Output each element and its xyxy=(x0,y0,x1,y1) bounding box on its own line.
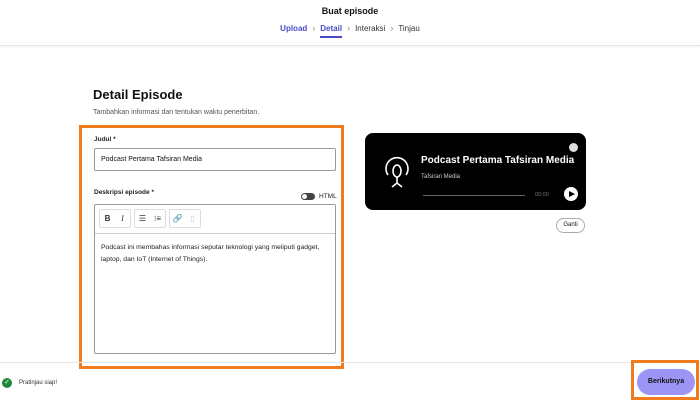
page-title: Buat episode xyxy=(321,6,379,16)
bullet-list-icon[interactable]: ☰ xyxy=(135,214,150,223)
step-upload[interactable]: Upload xyxy=(280,24,307,33)
step-tinjau[interactable]: Tinjau xyxy=(398,24,420,33)
preview-author: Tafsiran Media xyxy=(421,174,461,180)
chevron-right-icon: › xyxy=(390,23,394,33)
title-input[interactable]: Podcast Pertama Tafsiran Media xyxy=(94,148,336,171)
html-toggle[interactable] xyxy=(301,193,315,200)
step-detail[interactable]: Detail xyxy=(320,24,342,33)
title-label: Judul * xyxy=(94,136,116,143)
chevron-right-icon: › xyxy=(347,23,351,33)
episode-preview-card: Podcast Pertama Tafsiran Media Tafsiran … xyxy=(365,133,586,210)
html-toggle-label: HTML xyxy=(319,193,337,200)
link-icon[interactable]: 🔗 xyxy=(170,214,185,223)
bold-button[interactable]: B xyxy=(100,214,115,223)
change-button[interactable]: Ganti xyxy=(556,218,585,233)
description-text[interactable]: Podcast ini membahas informasi seputar t… xyxy=(101,242,333,266)
description-label: Deskripsi episode * xyxy=(94,189,154,196)
step-interaksi[interactable]: Interaksi xyxy=(355,24,385,33)
editor-toolbar: BI ☰ ⁝≡ 🔗 ▯ xyxy=(99,209,201,230)
section-heading: Detail Episode xyxy=(93,87,183,102)
preview-time: 00:00 xyxy=(535,192,549,198)
chevron-right-icon: › xyxy=(312,23,316,33)
status-text: Pratinjau siap! xyxy=(19,380,58,386)
description-editor[interactable]: BI ☰ ⁝≡ 🔗 ▯ Podcast ini membahas informasi… xyxy=(94,204,336,354)
section-subtitle: Tambahkan informasi dan tentukan waktu p… xyxy=(93,109,260,116)
unlink-icon[interactable]: ▯ xyxy=(185,214,200,223)
italic-button[interactable]: I xyxy=(115,214,130,223)
check-icon: ✓ xyxy=(2,378,12,388)
toolbar-divider xyxy=(95,233,335,234)
spotify-icon xyxy=(569,143,578,152)
stepper: Upload › Detail › Interaksi › Tinjau xyxy=(0,23,700,33)
play-icon[interactable] xyxy=(564,187,578,201)
preview-title: Podcast Pertama Tafsiran Media xyxy=(421,155,575,166)
numbered-list-icon[interactable]: ⁝≡ xyxy=(150,214,165,223)
header: Buat episode Upload › Detail › Interaksi › … xyxy=(0,0,700,46)
podcast-icon xyxy=(385,156,409,188)
next-button[interactable]: Berikutnya xyxy=(637,369,695,395)
active-step-underline xyxy=(320,36,342,38)
footer-divider xyxy=(0,362,700,363)
progress-bar[interactable] xyxy=(423,195,525,196)
